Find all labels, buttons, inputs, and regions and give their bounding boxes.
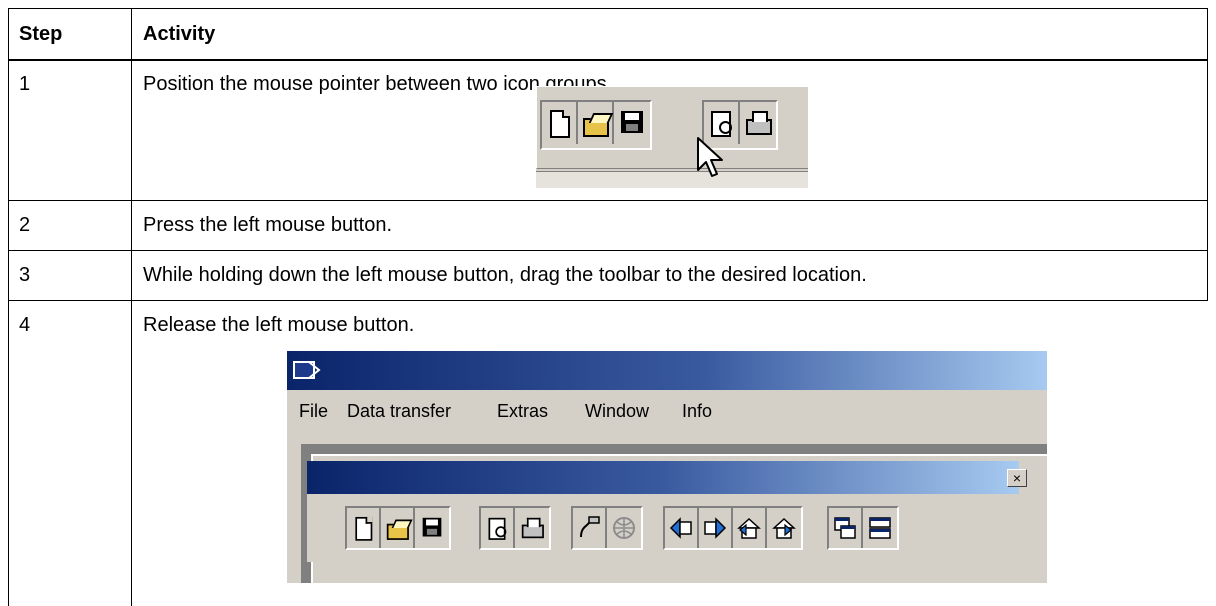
save-disk-icon — [421, 516, 443, 540]
disabled-globe-icon — [613, 517, 635, 539]
activity-text: Press the left mouse button. — [143, 214, 393, 236]
row-separator — [8, 250, 1208, 251]
floating-toolbar — [307, 494, 1019, 562]
upload-button[interactable] — [733, 508, 767, 548]
window-title-bar — [287, 351, 1047, 390]
step-number: 2 — [19, 214, 31, 236]
send-button[interactable] — [699, 508, 733, 548]
new-document-icon — [546, 109, 572, 138]
receive-button[interactable] — [665, 508, 699, 548]
header-activity: Activity — [143, 23, 216, 45]
cascade-windows-button[interactable] — [829, 508, 863, 548]
print-preview-icon — [708, 109, 734, 137]
open-folder-icon — [386, 516, 409, 540]
save-disk-icon — [619, 109, 645, 137]
open-button[interactable] — [578, 102, 614, 144]
header-step: Step — [19, 23, 63, 45]
menu-extras[interactable]: Extras — [497, 400, 548, 422]
menu-file[interactable]: File — [299, 400, 328, 422]
window-layout-icon-group — [827, 506, 899, 550]
menu-bar: File Data transfer Extras Window Info — [287, 390, 1047, 434]
toolbar-fragment-screenshot — [536, 86, 808, 188]
menu-window[interactable]: Window — [585, 400, 649, 422]
open-folder-icon — [582, 109, 609, 137]
table-border-top — [8, 8, 1208, 9]
print-preview-button[interactable] — [481, 508, 515, 548]
print-preview-icon — [486, 516, 508, 540]
application-window-screenshot: File Data transfer Extras Window Info × — [287, 351, 1047, 583]
print-icon-group — [479, 506, 551, 550]
table-header-separator — [8, 59, 1208, 61]
menu-info[interactable]: Info — [682, 400, 712, 422]
table-border-right — [1207, 8, 1208, 300]
print-button[interactable] — [515, 508, 549, 548]
printer-icon — [745, 109, 772, 137]
row-separator — [8, 200, 1208, 201]
step-number: 3 — [19, 264, 31, 286]
new-button[interactable] — [347, 508, 381, 548]
step-number: 1 — [19, 73, 31, 95]
send-receive-icon-group — [663, 506, 803, 550]
upload-icon — [737, 517, 761, 539]
file-icon-group — [345, 506, 451, 550]
toolbar-lower-strip — [536, 171, 808, 188]
table-border-left — [8, 8, 9, 606]
column-separator — [131, 8, 132, 606]
save-button[interactable] — [614, 102, 650, 144]
download-button[interactable] — [767, 508, 801, 548]
floating-toolbar-title-bar[interactable]: × — [307, 461, 1027, 494]
row-separator — [8, 300, 1208, 301]
transfer-button[interactable] — [573, 508, 607, 548]
print-button[interactable] — [740, 102, 776, 144]
tile-windows-button[interactable] — [863, 508, 897, 548]
close-button[interactable]: × — [1007, 469, 1027, 487]
transfer-icon — [580, 516, 600, 538]
transfer-icon-group — [571, 506, 643, 550]
save-button[interactable] — [415, 508, 449, 548]
menu-data-transfer[interactable]: Data transfer — [347, 400, 451, 422]
activity-text: Release the left mouse button. — [143, 314, 415, 336]
new-document-icon — [352, 516, 374, 541]
globe-button[interactable] — [607, 508, 641, 548]
activity-text: While holding down the left mouse button… — [143, 264, 867, 286]
open-button[interactable] — [381, 508, 415, 548]
send-icon — [704, 517, 727, 539]
printer-icon — [521, 516, 544, 540]
download-icon — [772, 517, 796, 539]
mouse-pointer-icon — [697, 137, 723, 177]
tile-windows-icon — [869, 517, 891, 539]
app-icon — [293, 361, 321, 379]
step-number: 4 — [19, 314, 31, 336]
file-icon-group — [540, 100, 652, 150]
receive-icon — [669, 517, 692, 539]
cascade-windows-icon — [834, 517, 856, 539]
new-button[interactable] — [542, 102, 578, 144]
